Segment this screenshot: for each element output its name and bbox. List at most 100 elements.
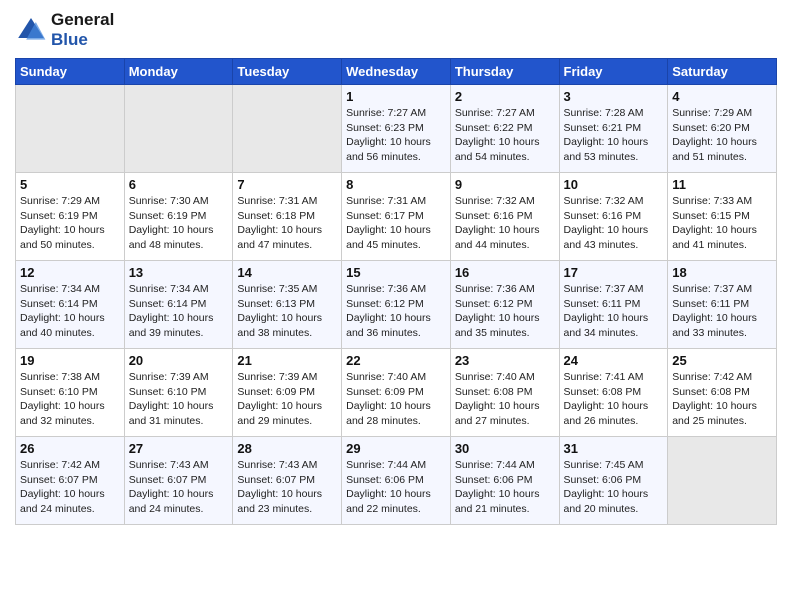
day-info: Sunrise: 7:39 AM Sunset: 6:10 PM Dayligh…	[129, 370, 229, 429]
daylight-text: Daylight: 10 hours and 26 minutes.	[564, 399, 664, 428]
day-info: Sunrise: 7:44 AM Sunset: 6:06 PM Dayligh…	[455, 458, 555, 517]
day-info: Sunrise: 7:29 AM Sunset: 6:19 PM Dayligh…	[20, 194, 120, 253]
sunrise-text: Sunrise: 7:37 AM	[564, 282, 664, 297]
day-number: 6	[129, 177, 229, 192]
daylight-text: Daylight: 10 hours and 34 minutes.	[564, 311, 664, 340]
daylight-text: Daylight: 10 hours and 39 minutes.	[129, 311, 229, 340]
calendar-header: SundayMondayTuesdayWednesdayThursdayFrid…	[16, 59, 777, 85]
daylight-text: Daylight: 10 hours and 45 minutes.	[346, 223, 446, 252]
daylight-text: Daylight: 10 hours and 27 minutes.	[455, 399, 555, 428]
calendar-cell: 18 Sunrise: 7:37 AM Sunset: 6:11 PM Dayl…	[668, 261, 777, 349]
day-number: 11	[672, 177, 772, 192]
day-info: Sunrise: 7:33 AM Sunset: 6:15 PM Dayligh…	[672, 194, 772, 253]
calendar-cell: 21 Sunrise: 7:39 AM Sunset: 6:09 PM Dayl…	[233, 349, 342, 437]
sunrise-text: Sunrise: 7:32 AM	[564, 194, 664, 209]
day-number: 19	[20, 353, 120, 368]
day-info: Sunrise: 7:37 AM Sunset: 6:11 PM Dayligh…	[564, 282, 664, 341]
sunset-text: Sunset: 6:07 PM	[20, 473, 120, 488]
calendar-cell	[668, 437, 777, 525]
col-header-sunday: Sunday	[16, 59, 125, 85]
col-header-monday: Monday	[124, 59, 233, 85]
sunset-text: Sunset: 6:06 PM	[346, 473, 446, 488]
calendar-cell: 9 Sunrise: 7:32 AM Sunset: 6:16 PM Dayli…	[450, 173, 559, 261]
calendar-cell: 10 Sunrise: 7:32 AM Sunset: 6:16 PM Dayl…	[559, 173, 668, 261]
day-info: Sunrise: 7:44 AM Sunset: 6:06 PM Dayligh…	[346, 458, 446, 517]
col-header-thursday: Thursday	[450, 59, 559, 85]
logo: General Blue	[15, 10, 114, 50]
calendar-cell: 27 Sunrise: 7:43 AM Sunset: 6:07 PM Dayl…	[124, 437, 233, 525]
day-number: 16	[455, 265, 555, 280]
daylight-text: Daylight: 10 hours and 51 minutes.	[672, 135, 772, 164]
sunset-text: Sunset: 6:06 PM	[455, 473, 555, 488]
daylight-text: Daylight: 10 hours and 31 minutes.	[129, 399, 229, 428]
daylight-text: Daylight: 10 hours and 24 minutes.	[129, 487, 229, 516]
calendar-cell: 13 Sunrise: 7:34 AM Sunset: 6:14 PM Dayl…	[124, 261, 233, 349]
day-number: 30	[455, 441, 555, 456]
sunrise-text: Sunrise: 7:37 AM	[672, 282, 772, 297]
calendar-cell: 29 Sunrise: 7:44 AM Sunset: 6:06 PM Dayl…	[342, 437, 451, 525]
day-info: Sunrise: 7:35 AM Sunset: 6:13 PM Dayligh…	[237, 282, 337, 341]
daylight-text: Daylight: 10 hours and 54 minutes.	[455, 135, 555, 164]
col-header-tuesday: Tuesday	[233, 59, 342, 85]
day-info: Sunrise: 7:43 AM Sunset: 6:07 PM Dayligh…	[129, 458, 229, 517]
daylight-text: Daylight: 10 hours and 29 minutes.	[237, 399, 337, 428]
calendar-cell: 1 Sunrise: 7:27 AM Sunset: 6:23 PM Dayli…	[342, 85, 451, 173]
day-info: Sunrise: 7:36 AM Sunset: 6:12 PM Dayligh…	[346, 282, 446, 341]
sunset-text: Sunset: 6:19 PM	[20, 209, 120, 224]
day-number: 7	[237, 177, 337, 192]
sunrise-text: Sunrise: 7:43 AM	[129, 458, 229, 473]
calendar-cell: 25 Sunrise: 7:42 AM Sunset: 6:08 PM Dayl…	[668, 349, 777, 437]
sunrise-text: Sunrise: 7:42 AM	[20, 458, 120, 473]
sunset-text: Sunset: 6:15 PM	[672, 209, 772, 224]
daylight-text: Daylight: 10 hours and 40 minutes.	[20, 311, 120, 340]
day-number: 13	[129, 265, 229, 280]
calendar-cell: 3 Sunrise: 7:28 AM Sunset: 6:21 PM Dayli…	[559, 85, 668, 173]
day-info: Sunrise: 7:32 AM Sunset: 6:16 PM Dayligh…	[455, 194, 555, 253]
day-number: 31	[564, 441, 664, 456]
sunset-text: Sunset: 6:08 PM	[455, 385, 555, 400]
calendar-cell: 30 Sunrise: 7:44 AM Sunset: 6:06 PM Dayl…	[450, 437, 559, 525]
sunset-text: Sunset: 6:17 PM	[346, 209, 446, 224]
calendar-cell: 20 Sunrise: 7:39 AM Sunset: 6:10 PM Dayl…	[124, 349, 233, 437]
daylight-text: Daylight: 10 hours and 36 minutes.	[346, 311, 446, 340]
sunrise-text: Sunrise: 7:31 AM	[346, 194, 446, 209]
day-number: 26	[20, 441, 120, 456]
sunset-text: Sunset: 6:09 PM	[346, 385, 446, 400]
daylight-text: Daylight: 10 hours and 38 minutes.	[237, 311, 337, 340]
daylight-text: Daylight: 10 hours and 41 minutes.	[672, 223, 772, 252]
sunrise-text: Sunrise: 7:42 AM	[672, 370, 772, 385]
day-info: Sunrise: 7:34 AM Sunset: 6:14 PM Dayligh…	[129, 282, 229, 341]
day-number: 1	[346, 89, 446, 104]
sunrise-text: Sunrise: 7:44 AM	[455, 458, 555, 473]
day-number: 29	[346, 441, 446, 456]
col-header-saturday: Saturday	[668, 59, 777, 85]
sunset-text: Sunset: 6:07 PM	[237, 473, 337, 488]
sunrise-text: Sunrise: 7:40 AM	[455, 370, 555, 385]
daylight-text: Daylight: 10 hours and 50 minutes.	[20, 223, 120, 252]
day-number: 27	[129, 441, 229, 456]
sunrise-text: Sunrise: 7:27 AM	[455, 106, 555, 121]
day-number: 10	[564, 177, 664, 192]
daylight-text: Daylight: 10 hours and 22 minutes.	[346, 487, 446, 516]
day-number: 23	[455, 353, 555, 368]
calendar-cell: 17 Sunrise: 7:37 AM Sunset: 6:11 PM Dayl…	[559, 261, 668, 349]
sunrise-text: Sunrise: 7:39 AM	[129, 370, 229, 385]
sunset-text: Sunset: 6:11 PM	[672, 297, 772, 312]
sunrise-text: Sunrise: 7:43 AM	[237, 458, 337, 473]
day-number: 2	[455, 89, 555, 104]
sunrise-text: Sunrise: 7:36 AM	[455, 282, 555, 297]
sunrise-text: Sunrise: 7:44 AM	[346, 458, 446, 473]
daylight-text: Daylight: 10 hours and 25 minutes.	[672, 399, 772, 428]
sunrise-text: Sunrise: 7:40 AM	[346, 370, 446, 385]
sunrise-text: Sunrise: 7:34 AM	[20, 282, 120, 297]
daylight-text: Daylight: 10 hours and 24 minutes.	[20, 487, 120, 516]
day-number: 22	[346, 353, 446, 368]
col-header-friday: Friday	[559, 59, 668, 85]
sunrise-text: Sunrise: 7:41 AM	[564, 370, 664, 385]
day-number: 18	[672, 265, 772, 280]
day-info: Sunrise: 7:28 AM Sunset: 6:21 PM Dayligh…	[564, 106, 664, 165]
day-number: 15	[346, 265, 446, 280]
sunset-text: Sunset: 6:13 PM	[237, 297, 337, 312]
sunrise-text: Sunrise: 7:29 AM	[672, 106, 772, 121]
calendar-cell: 12 Sunrise: 7:34 AM Sunset: 6:14 PM Dayl…	[16, 261, 125, 349]
